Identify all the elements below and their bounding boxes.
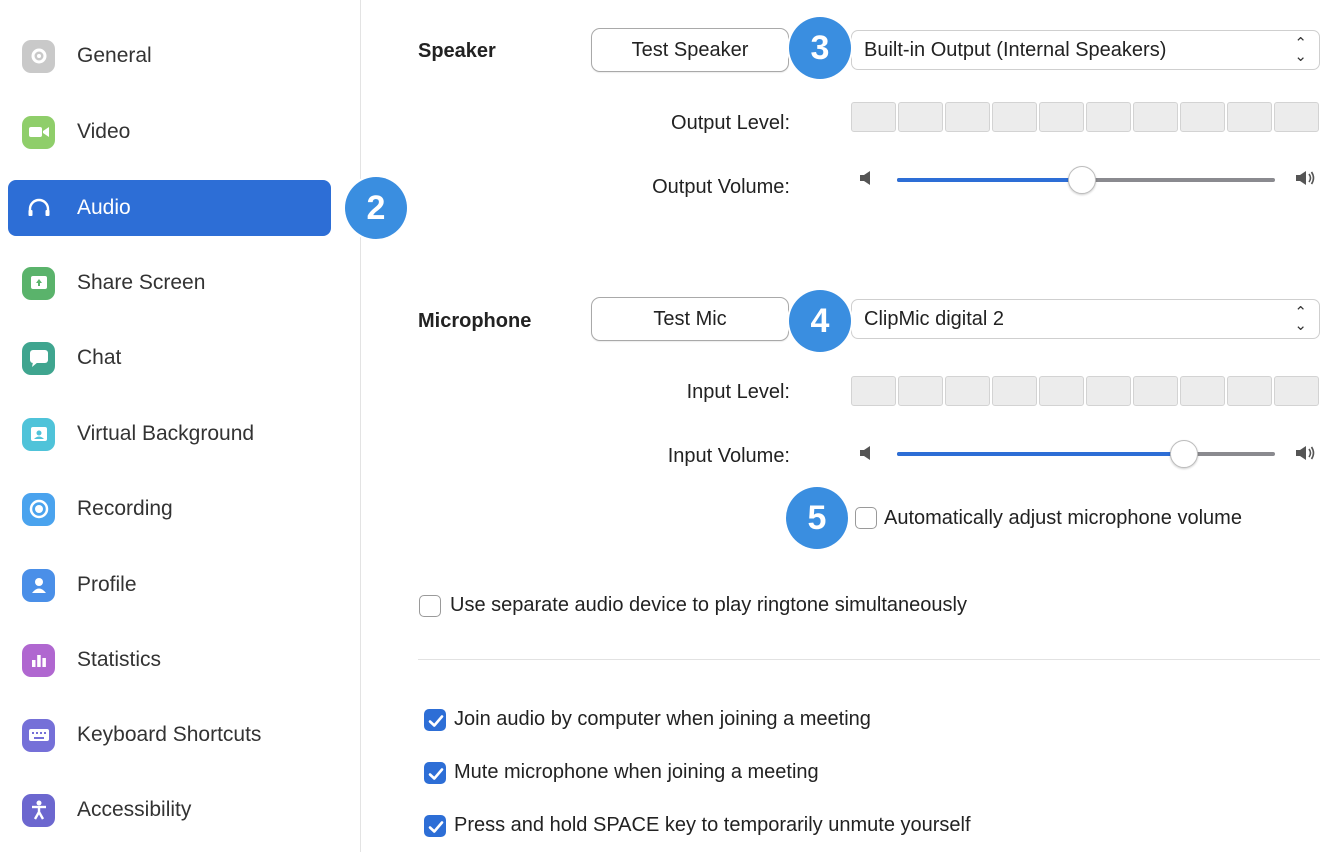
output-volume-slider[interactable] <box>897 166 1275 194</box>
microphone-section-label: Microphone <box>418 310 532 332</box>
sidebar-item-accessibility[interactable]: Accessibility <box>8 782 331 838</box>
auto-adjust-mic-checkbox[interactable] <box>855 507 877 529</box>
sidebar-item-label: Audio <box>77 196 131 219</box>
mute-on-join-checkbox[interactable] <box>424 762 446 784</box>
sidebar-item-label: Video <box>77 120 131 143</box>
sidebar-item-keyboard-shortcuts[interactable]: Keyboard Shortcuts <box>8 707 331 763</box>
volume-low-icon <box>860 446 870 460</box>
accessibility-icon <box>22 793 55 827</box>
mute-on-join-label[interactable]: Mute microphone when joining a meeting <box>454 761 819 784</box>
sidebar-item-label: Statistics <box>77 648 162 671</box>
chevron-updown-icon: ⌃ ⌄ <box>1294 35 1307 65</box>
sidebar-item-profile[interactable]: Profile <box>8 557 331 613</box>
audio-settings-window: General Video Audio Share Screen Chat Vi… <box>0 0 1320 852</box>
sidebar-item-video[interactable]: Video <box>8 104 331 160</box>
sidebar-item-statistics[interactable]: Statistics <box>8 632 331 688</box>
chevron-updown-icon: ⌃ ⌄ <box>1294 304 1307 334</box>
share-screen-icon <box>22 266 55 300</box>
step-badge-microphone: 4 <box>789 290 851 352</box>
gear-icon <box>22 39 55 73</box>
sidebar-item-label: Recording <box>77 497 173 520</box>
auto-adjust-mic-label[interactable]: Automatically adjust microphone volume <box>884 507 1242 530</box>
video-camera-icon <box>22 115 55 149</box>
step-badge-auto-adjust: 5 <box>786 487 848 549</box>
sidebar-item-label: Chat <box>77 346 122 369</box>
ringtone-device-label[interactable]: Use separate audio device to play ringto… <box>450 594 967 617</box>
speaker-device-select[interactable]: Built-in Output (Internal Speakers) ⌃ ⌄ <box>851 30 1320 70</box>
step-badge-speaker: 3 <box>789 17 851 79</box>
sidebar-item-recording[interactable]: Recording <box>8 481 331 537</box>
sidebar-item-label: Profile <box>77 573 137 596</box>
sidebar-item-share-screen[interactable]: Share Screen <box>8 255 331 311</box>
microphone-device-select[interactable]: ClipMic digital 2 ⌃ ⌄ <box>851 299 1320 339</box>
sidebar-item-label: Share Screen <box>77 271 206 294</box>
section-divider <box>418 659 1320 660</box>
ringtone-device-checkbox[interactable] <box>419 595 441 617</box>
join-audio-label[interactable]: Join audio by computer when joining a me… <box>454 708 871 731</box>
input-level-label: Input Level: <box>686 381 790 403</box>
sidebar-item-label: Keyboard Shortcuts <box>77 723 262 746</box>
sidebar-item-general[interactable]: General <box>8 28 331 84</box>
volume-high-icon <box>1296 446 1315 460</box>
output-volume-thumb[interactable] <box>1068 166 1097 194</box>
output-level-meter <box>851 102 1319 132</box>
volume-low-icon <box>860 171 870 185</box>
statistics-icon <box>22 643 55 677</box>
sidebar-item-chat[interactable]: Chat <box>8 330 331 386</box>
virtual-background-icon <box>22 417 55 451</box>
test-mic-button[interactable]: Test Mic <box>591 297 789 341</box>
input-volume-slider[interactable] <box>897 440 1275 468</box>
settings-sidebar: General Video Audio Share Screen Chat Vi… <box>0 0 361 852</box>
input-volume-fill <box>897 452 1185 456</box>
headphones-icon <box>22 192 55 225</box>
chat-bubble-icon <box>22 341 55 375</box>
sidebar-item-audio[interactable]: Audio <box>8 180 331 236</box>
input-level-meter <box>851 376 1319 406</box>
speaker-section-label: Speaker <box>418 40 496 62</box>
output-volume-label: Output Volume: <box>652 176 790 198</box>
sidebar-item-label: Accessibility <box>77 798 192 821</box>
sidebar-item-label: General <box>77 44 152 67</box>
test-speaker-button[interactable]: Test Speaker <box>591 28 789 72</box>
keyboard-icon <box>22 718 55 752</box>
input-volume-thumb[interactable] <box>1170 440 1199 468</box>
volume-high-icon <box>1296 171 1315 185</box>
input-volume-label: Input Volume: <box>667 445 790 467</box>
output-level-label: Output Level: <box>671 112 790 134</box>
space-unmute-label[interactable]: Press and hold SPACE key to temporarily … <box>454 814 971 837</box>
output-volume-fill <box>897 178 1083 182</box>
profile-icon <box>22 568 55 602</box>
microphone-device-value: ClipMic digital 2 <box>864 307 1005 330</box>
sidebar-item-label: Virtual Background <box>77 422 255 445</box>
record-icon <box>22 492 55 526</box>
space-unmute-checkbox[interactable] <box>424 815 446 837</box>
speaker-device-value: Built-in Output (Internal Speakers) <box>864 38 1167 61</box>
join-audio-checkbox[interactable] <box>424 709 446 731</box>
sidebar-item-virtual-background[interactable]: Virtual Background <box>8 406 331 462</box>
step-badge-audio: 2 <box>345 177 407 239</box>
